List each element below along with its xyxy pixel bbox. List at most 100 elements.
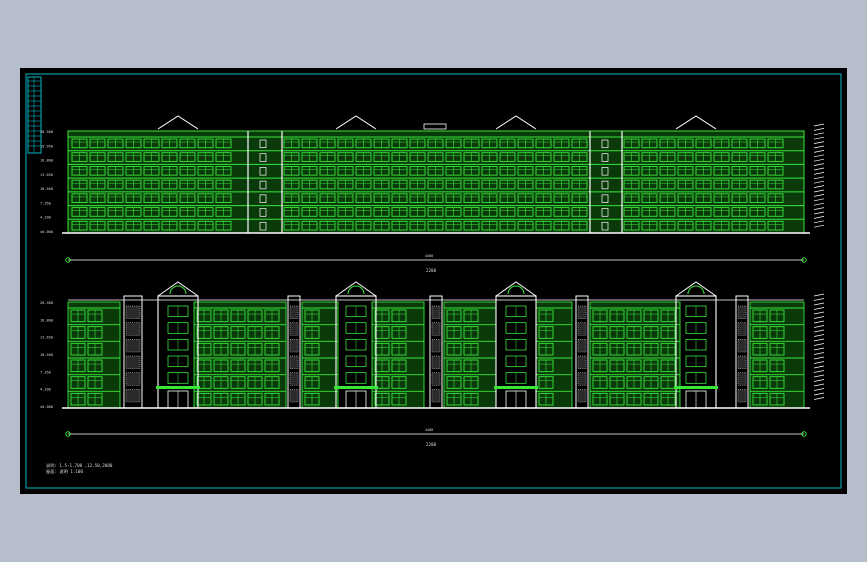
dimension-tick [813,361,825,364]
dimension-tick [813,325,825,328]
dimension-tick [813,388,825,391]
dimension-tick [813,311,825,315]
level-tag: 13.650 [40,173,53,177]
title-block-strip [27,76,42,154]
entrance-canopy [674,386,718,389]
triangle-roof-icon [495,281,537,297]
arch-window [507,285,525,295]
dimension-tick [813,224,825,228]
hatched-panel [289,389,299,403]
dimension-tick [813,158,825,162]
dimension-tick [813,180,825,184]
level-tag: 10.500 [40,353,53,357]
dimension-tick [813,320,825,324]
hatched-panel [289,355,299,369]
hatched-panel [737,305,747,319]
hatched-panel [737,372,747,386]
roof-pediment [495,115,537,130]
dimension-tick [813,141,825,144]
dimension-tick [813,392,825,396]
roof-pediment [675,115,717,130]
elevation-caption: 2200 [426,268,437,273]
dimension-tick [813,379,825,382]
dimension-label: 4400 [425,428,433,432]
hatched-panel [577,305,587,319]
dimension-label: 4400 [425,254,433,258]
level-tag: 10.500 [40,187,53,191]
dimension-tick [813,370,825,373]
dimension-tick [813,194,825,197]
dimension-tick [813,167,825,171]
upper-elevation: 20.580 19.950 16.800 13.650 10.500 7.350 4.200… [40,115,825,273]
elevation-caption: 2200 [426,442,437,447]
dimension-tick [813,202,825,206]
dimension-tick [813,128,825,131]
level-tag: 16.800 [40,318,53,322]
dimension-tick [813,365,825,369]
dimension-tick [813,374,825,378]
entrance-canopy [494,386,538,389]
hatched-panel [431,305,441,319]
elevation-drawing: 20.580 19.950 16.800 13.650 10.500 7.350 4.200… [25,73,842,489]
dimension-tick [813,307,825,310]
hatched-panel [125,322,141,336]
dimension-tick [813,198,825,202]
level-tag: 16.800 [40,159,53,163]
level-tag: 20.580 [40,301,53,305]
lower-elevation: 20.580 16.800 13.650 10.500 7.350 4.200 ±0.000… [40,281,825,447]
dimension-tick [813,207,825,210]
hatched-panel [737,339,747,353]
facade-body [67,130,805,234]
dimension-tick [813,132,825,136]
level-tag: ±0.000 [40,230,53,234]
dimension-tick [813,383,825,387]
roof-pediment [157,115,199,130]
dimension-tick [813,123,825,127]
level-tag: 20.580 [40,130,53,134]
hatched-panel [737,322,747,336]
hatched-panel [125,372,141,386]
drawing-note: 屋面: 说明 1:100 [46,468,83,475]
hatched-panel [125,355,141,369]
arch-window [169,285,187,295]
dimension-tick [813,211,825,215]
hatched-panel [737,389,747,403]
dimension-tick [813,293,825,297]
hatched-panel [577,389,587,403]
dimension-tick [813,347,825,351]
hatched-panel [289,372,299,386]
level-tag: ±0.000 [40,405,53,409]
drawing-note: 说明: 1.5-1.700 ,12.50,2000 [46,462,113,469]
dimension-tick [813,136,825,140]
hatched-panel [125,389,141,403]
dimension-tick [813,216,825,219]
arch-window [347,285,365,295]
hatched-panel [289,339,299,353]
level-tag: 4.200 [40,216,51,220]
level-tag: 13.650 [40,336,53,340]
dimension-tick [813,189,825,193]
dimension-tick [813,352,825,355]
hatched-panel [577,355,587,369]
dimension-tick [813,145,825,149]
hatched-panel [289,305,299,319]
hatched-panel [289,322,299,336]
level-tag: 4.200 [40,388,51,392]
level-tag: 7.350 [40,370,51,374]
dimension-tick [813,150,825,153]
triangle-roof-icon [675,281,717,297]
triangle-roof-icon [157,281,199,297]
dimension-tick [813,154,825,158]
title-block-box [27,76,42,154]
level-tag: 7.350 [40,201,51,205]
hatched-panel [577,322,587,336]
roof-pediment [335,115,377,130]
entrance-canopy [156,386,200,389]
dimension-tick [813,185,825,188]
dimension-tick [813,343,825,346]
dimension-tick [813,334,825,337]
dimension-tick [813,163,825,166]
cad-drawing-canvas[interactable]: 20.580 19.950 16.800 13.650 10.500 7.350 4.200… [20,68,847,494]
hatched-panel [431,355,441,369]
entrance-canopy [334,386,378,389]
